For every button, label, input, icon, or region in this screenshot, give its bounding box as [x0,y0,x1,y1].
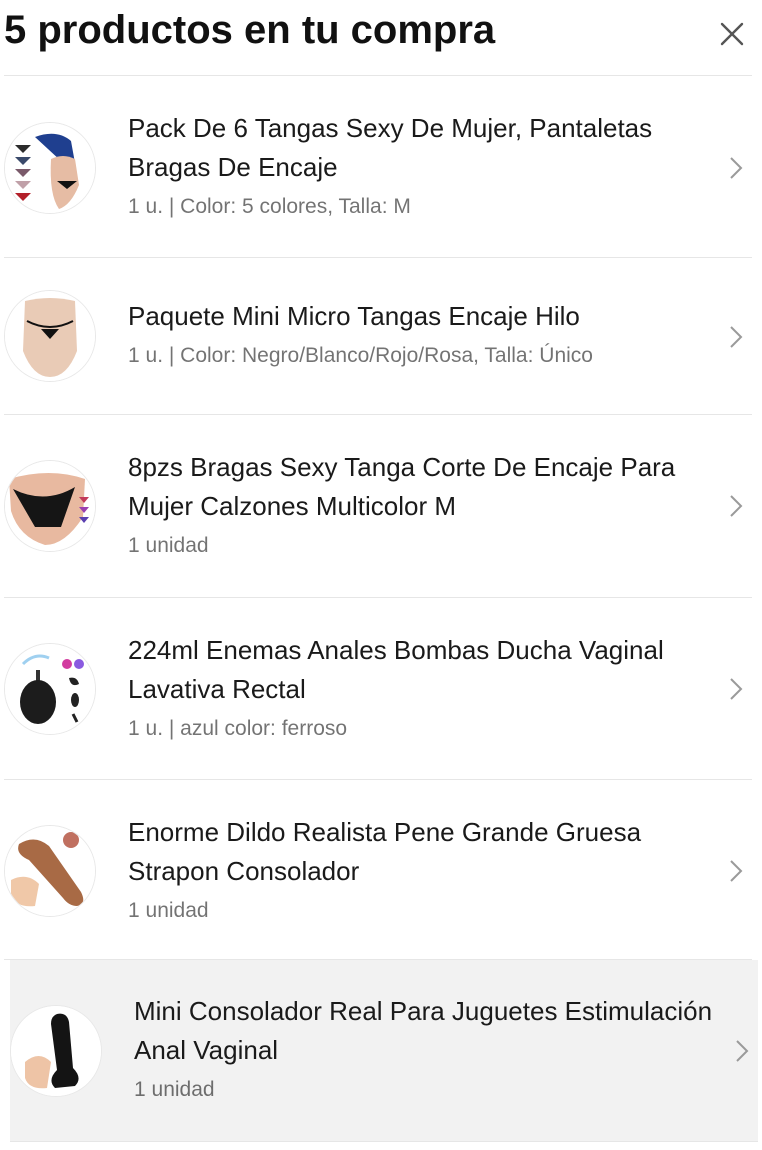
product-text: Pack De 6 Tangas Sexy De Mujer, Pantalet… [128,109,718,220]
product-meta: 1 u. | azul color: ferroso [128,717,348,740]
product-thumbnail [4,643,96,735]
product-thumbnail [4,825,96,917]
product-name: 224ml Enemas Anales Bombas Ducha Vaginal… [128,635,664,704]
product-meta: 1 unidad [128,534,209,557]
product-name: Enorme Dildo Realista Pene Grande Gruesa… [128,817,642,886]
product-item[interactable]: 224ml Enemas Anales Bombas Ducha Vaginal… [4,598,752,780]
chevron-right-icon [730,326,743,348]
chevron-right-icon [730,495,743,517]
chevron-right-icon [730,678,743,700]
modal-header: 5 productos en tu compra [0,0,762,76]
chevron-right-icon [730,157,743,179]
product-name: Pack De 6 Tangas Sexy De Mujer, Pantalet… [128,113,653,182]
product-text: Mini Consolador Real Para Juguetes Estim… [134,992,724,1103]
product-text: 224ml Enemas Anales Bombas Ducha Vaginal… [128,631,718,742]
product-meta: 1 u. | Color: 5 colores, Talla: M [128,195,411,218]
chevron-right-icon [730,860,743,882]
product-thumbnail [4,122,96,214]
product-text: Enorme Dildo Realista Pene Grande Gruesa… [128,813,718,924]
product-thumbnail [10,1005,102,1097]
close-icon[interactable] [712,14,752,54]
product-item[interactable]: Pack De 6 Tangas Sexy De Mujer, Pantalet… [4,76,752,258]
close-button[interactable] [712,14,752,54]
product-item[interactable]: 8pzs Bragas Sexy Tanga Corte De Encaje P… [4,415,752,598]
product-item[interactable]: Paquete Mini Micro Tangas Encaje Hilo 1 … [4,258,752,415]
product-name: Mini Consolador Real Para Juguetes Estim… [134,996,713,1065]
product-item[interactable]: Enorme Dildo Realista Pene Grande Gruesa… [4,780,752,960]
product-thumbnail [4,460,96,552]
product-name: 8pzs Bragas Sexy Tanga Corte De Encaje P… [128,452,676,521]
product-thumbnail [4,290,96,382]
chevron-right-icon [736,1040,749,1062]
product-text: Paquete Mini Micro Tangas Encaje Hilo 1 … [128,297,718,369]
product-name: Paquete Mini Micro Tangas Encaje Hilo [128,301,580,331]
product-item[interactable]: Mini Consolador Real Para Juguetes Estim… [10,960,758,1142]
product-meta: 1 unidad [134,1078,215,1101]
page-title: 5 productos en tu compra [4,8,496,52]
product-meta: 1 u. | Color: Negro/Blanco/Rojo/Rosa, Ta… [128,344,593,367]
product-text: 8pzs Bragas Sexy Tanga Corte De Encaje P… [128,448,718,559]
product-meta: 1 unidad [128,899,209,922]
